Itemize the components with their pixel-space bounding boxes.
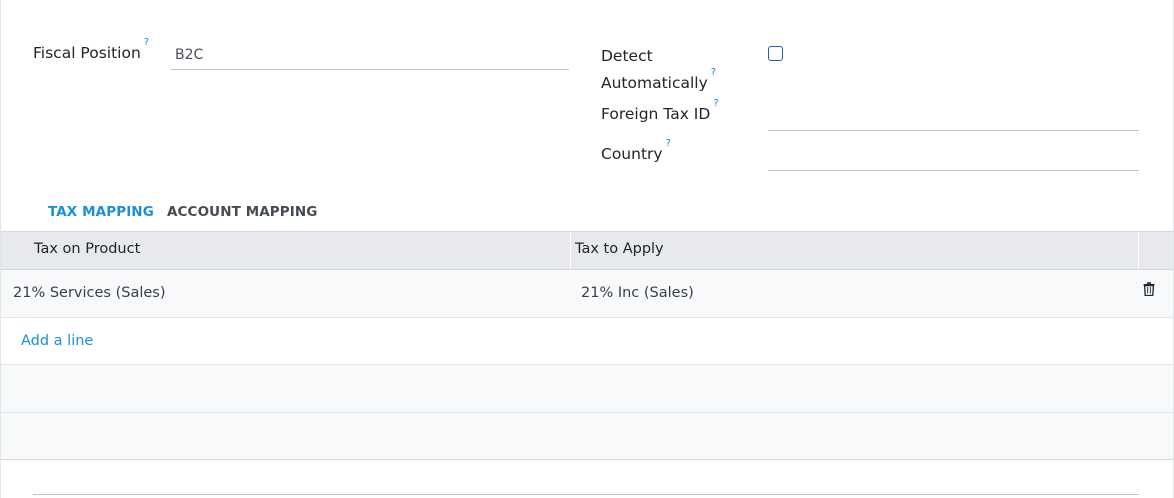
country-label: Country? (601, 138, 671, 164)
foreign-tax-id-input[interactable] (770, 108, 1136, 128)
column-header-tax-on-product[interactable]: Tax on Product (34, 241, 140, 257)
tab-account-mapping[interactable]: ACCOUNT MAPPING (167, 204, 317, 220)
add-a-line-link[interactable]: Add a line (21, 333, 93, 349)
detect-label-line1: Detect (601, 47, 653, 65)
foreign-tax-id-label-text: Foreign Tax ID (601, 105, 711, 124)
foreign-tax-id-underline (768, 130, 1139, 131)
cell-tax-to-apply[interactable]: 21% Inc (Sales) (581, 285, 694, 301)
country-input[interactable] (770, 148, 1136, 168)
detect-label-line2: Automatically (601, 74, 708, 93)
column-header-tax-to-apply[interactable]: Tax to Apply (575, 241, 664, 257)
foreign-tax-help-icon[interactable]: ? (713, 98, 718, 109)
fiscal-position-label: Fiscal Position? (33, 37, 149, 63)
empty-row (0, 413, 1174, 460)
country-underline (768, 170, 1139, 171)
bottom-field-underline (33, 494, 1139, 495)
fiscal-position-underline (171, 69, 569, 70)
fiscal-position-label-text: Fiscal Position (33, 44, 141, 63)
left-border (0, 0, 1, 498)
tab-tax-mapping[interactable]: TAX MAPPING (48, 204, 154, 220)
empty-row (0, 365, 1174, 413)
fiscal-position-help-icon[interactable]: ? (144, 37, 149, 48)
detect-automatically-label: Detect Automatically? (601, 44, 716, 95)
trash-icon[interactable] (1143, 282, 1155, 300)
foreign-tax-id-label: Foreign Tax ID? (601, 98, 719, 124)
column-separator-end (1138, 232, 1139, 269)
add-line-row (0, 318, 1174, 365)
country-help-icon[interactable]: ? (666, 138, 671, 149)
column-separator (570, 232, 571, 269)
fiscal-position-input[interactable]: B2C (175, 47, 203, 63)
detect-automatically-checkbox[interactable] (768, 46, 783, 61)
country-label-text: Country (601, 145, 663, 164)
cell-tax-on-product[interactable]: 21% Services (Sales) (13, 285, 166, 301)
detect-help-icon[interactable]: ? (711, 67, 716, 78)
